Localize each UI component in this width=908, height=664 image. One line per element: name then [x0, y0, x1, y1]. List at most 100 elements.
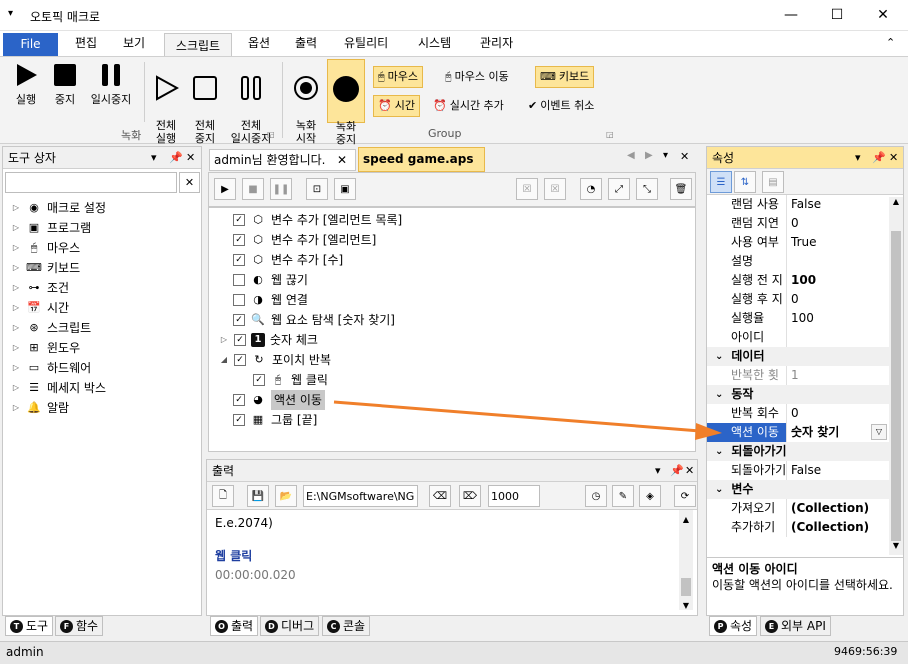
- record-stop-button[interactable]: 녹화 중지: [327, 59, 365, 146]
- stop-all-button[interactable]: 전체 중지: [188, 60, 222, 158]
- expand-arrow-icon[interactable]: ▷: [11, 238, 21, 258]
- toolbox-item[interactable]: ▷ ⌨ 키보드: [11, 258, 201, 278]
- script-row[interactable]: ✓ 🖰 웹 클릭: [209, 370, 695, 390]
- enable-checkbox[interactable]: ✓: [234, 354, 246, 366]
- record-start-button[interactable]: 녹화 시작: [288, 60, 324, 158]
- output-path-field[interactable]: [303, 485, 418, 507]
- menu-utility[interactable]: 유틸리티: [338, 31, 394, 56]
- clear-search-icon[interactable]: ✕: [179, 172, 200, 193]
- toolbox-item[interactable]: ▷ ☰ 메세지 박스: [11, 378, 201, 398]
- property-pages-icon[interactable]: ▤: [762, 171, 784, 193]
- max-lines-stepper[interactable]: [488, 485, 540, 507]
- script-row[interactable]: ✓ ⬡ 변수 추가 [수]: [209, 250, 695, 270]
- stop-button[interactable]: 중지: [48, 60, 82, 106]
- enable-checkbox[interactable]: [233, 274, 245, 286]
- mouse-move-toggle[interactable]: 🖰 마우스 이동: [441, 66, 513, 88]
- pause-all-button[interactable]: 전체 일시중지: [226, 60, 276, 158]
- pause-icon[interactable]: ❚❚: [270, 178, 292, 200]
- expand-arrow-icon[interactable]: ▷: [219, 330, 229, 350]
- property-row[interactable]: 추가하기 (Collection): [707, 518, 903, 537]
- stop-icon[interactable]: ■: [242, 178, 264, 200]
- run-selected-icon[interactable]: ▣: [334, 178, 356, 200]
- property-row[interactable]: 반복한 횟1: [707, 366, 903, 385]
- run-all-button[interactable]: 전체 실행: [148, 60, 184, 158]
- tab-speed-game[interactable]: speed game.aps: [358, 147, 485, 172]
- window-menu-icon[interactable]: ▾: [8, 8, 13, 19]
- property-row[interactable]: 랜덤 지연 0: [707, 214, 903, 233]
- property-row[interactable]: 가져오기 (Collection): [707, 499, 903, 518]
- pin-icon[interactable]: 📌: [670, 460, 684, 482]
- expand-arrow-icon[interactable]: ▷: [11, 358, 21, 378]
- pin-icon[interactable]: 📌: [169, 147, 183, 169]
- keyboard-record-toggle[interactable]: ⌨ 키보드: [535, 66, 595, 88]
- fill-icon[interactable]: ◈: [639, 485, 661, 507]
- menu-output[interactable]: 출력: [289, 31, 323, 56]
- enable-checkbox[interactable]: ✓: [253, 374, 265, 386]
- script-row[interactable]: ✓ ◕ 액션 이동: [209, 390, 695, 410]
- menu-file[interactable]: File: [3, 33, 58, 56]
- ribbon-collapse-icon[interactable]: ⌃: [886, 36, 895, 49]
- clock-icon[interactable]: ◷: [585, 485, 607, 507]
- toolbox-item[interactable]: ▷ ▭ 하드웨어: [11, 358, 201, 378]
- disable-icon[interactable]: ☒: [516, 178, 538, 200]
- toolbox-item[interactable]: ▷ ◉ 매크로 설정: [11, 198, 201, 218]
- eraser-icon[interactable]: ⌦: [459, 485, 481, 507]
- time-record-toggle[interactable]: ⏰ 시간: [373, 95, 420, 117]
- property-row[interactable]: 설명: [707, 252, 903, 271]
- mouse-record-toggle[interactable]: 🖱 마우스: [373, 66, 423, 88]
- script-row[interactable]: ✓ 🔍 웹 요소 탐색 [숫자 찾기]: [209, 310, 695, 330]
- expand-arrow-icon[interactable]: ◢: [219, 350, 229, 370]
- toolbox-item[interactable]: ▷ ▣ 프로그램: [11, 218, 201, 238]
- close-button[interactable]: ✕: [860, 0, 906, 31]
- property-category[interactable]: ⌄ 데이터: [707, 347, 903, 366]
- run-button[interactable]: 실행: [8, 60, 44, 106]
- toolbox-search-input[interactable]: [5, 172, 177, 193]
- expand-arrow-icon[interactable]: ▷: [11, 198, 21, 218]
- dropdown-icon[interactable]: ▾: [855, 147, 861, 169]
- script-row[interactable]: ✓ ⬡ 변수 추가 [엘리먼트 목록]: [209, 210, 695, 230]
- close-icon[interactable]: ✕: [889, 147, 898, 169]
- pin-icon[interactable]: 📌: [872, 147, 886, 169]
- expand-arrow-icon[interactable]: ▷: [11, 258, 21, 278]
- toolbox-item[interactable]: ▷ ⊶ 조건: [11, 278, 201, 298]
- menu-view[interactable]: 보기: [117, 31, 151, 56]
- realtime-add-toggle[interactable]: ⏰ 실시간 추가: [429, 95, 508, 117]
- script-row[interactable]: ▷ ✓ 1 숫자 체크: [209, 330, 695, 350]
- output-scrollbar[interactable]: ▲ ▼: [679, 510, 693, 610]
- expand-arrow-icon[interactable]: ▷: [11, 298, 21, 318]
- script-row[interactable]: ✓ ▦ 그룹 [끝]: [209, 410, 695, 430]
- menu-admin[interactable]: 관리자: [474, 31, 519, 56]
- tab-properties[interactable]: P 속성: [709, 616, 758, 636]
- group-launcher-icon[interactable]: ◲: [606, 130, 614, 139]
- event-cancel-toggle[interactable]: ✔ 이벤트 취소: [524, 95, 598, 117]
- toolbox-item[interactable]: ▷ ⊛ 스크립트: [11, 318, 201, 338]
- properties-scrollbar[interactable]: ▲ ▼: [889, 197, 903, 555]
- expand-arrow-icon[interactable]: ▷: [11, 338, 21, 358]
- enable-checkbox[interactable]: ✓: [233, 214, 245, 226]
- collapse-arrow-icon[interactable]: ⌄: [715, 442, 723, 461]
- dropdown-icon[interactable]: ▾: [655, 460, 661, 482]
- close-icon[interactable]: ✕: [186, 147, 195, 169]
- pause-button[interactable]: 일시중지: [86, 60, 136, 106]
- property-category[interactable]: ⌄ 되돌아가기: [707, 442, 903, 461]
- tab-tools[interactable]: T 도구: [5, 616, 54, 636]
- enable-checkbox[interactable]: [233, 294, 245, 306]
- menu-system[interactable]: 시스템: [412, 31, 457, 56]
- script-row[interactable]: ◑ 웹 연결: [209, 290, 695, 310]
- expand-arrow-icon[interactable]: ▷: [11, 318, 21, 338]
- toolbox-item[interactable]: ▷ 🖱 마우스: [11, 238, 201, 258]
- property-row[interactable]: 아이디: [707, 328, 903, 347]
- script-row[interactable]: ◐ 웹 끊기: [209, 270, 695, 290]
- trash-icon[interactable]: 🗑: [670, 178, 692, 200]
- enable-checkbox[interactable]: ✓: [233, 394, 245, 406]
- menu-script[interactable]: 스크립트: [164, 33, 232, 57]
- brush-icon[interactable]: ✎: [612, 485, 634, 507]
- property-row[interactable]: 사용 여부 True: [707, 233, 903, 252]
- collapse-arrow-icon[interactable]: ⌄: [715, 480, 723, 499]
- enable-checkbox[interactable]: ✓: [233, 254, 245, 266]
- save-icon[interactable]: 💾: [247, 485, 269, 507]
- collapse-icon[interactable]: ⤡: [636, 178, 658, 200]
- maximize-button[interactable]: ☐: [814, 0, 860, 31]
- toolbox-item[interactable]: ▷ ⊞ 윈도우: [11, 338, 201, 358]
- script-row[interactable]: ✓ ⬡ 변수 추가 [엘리먼트]: [209, 230, 695, 250]
